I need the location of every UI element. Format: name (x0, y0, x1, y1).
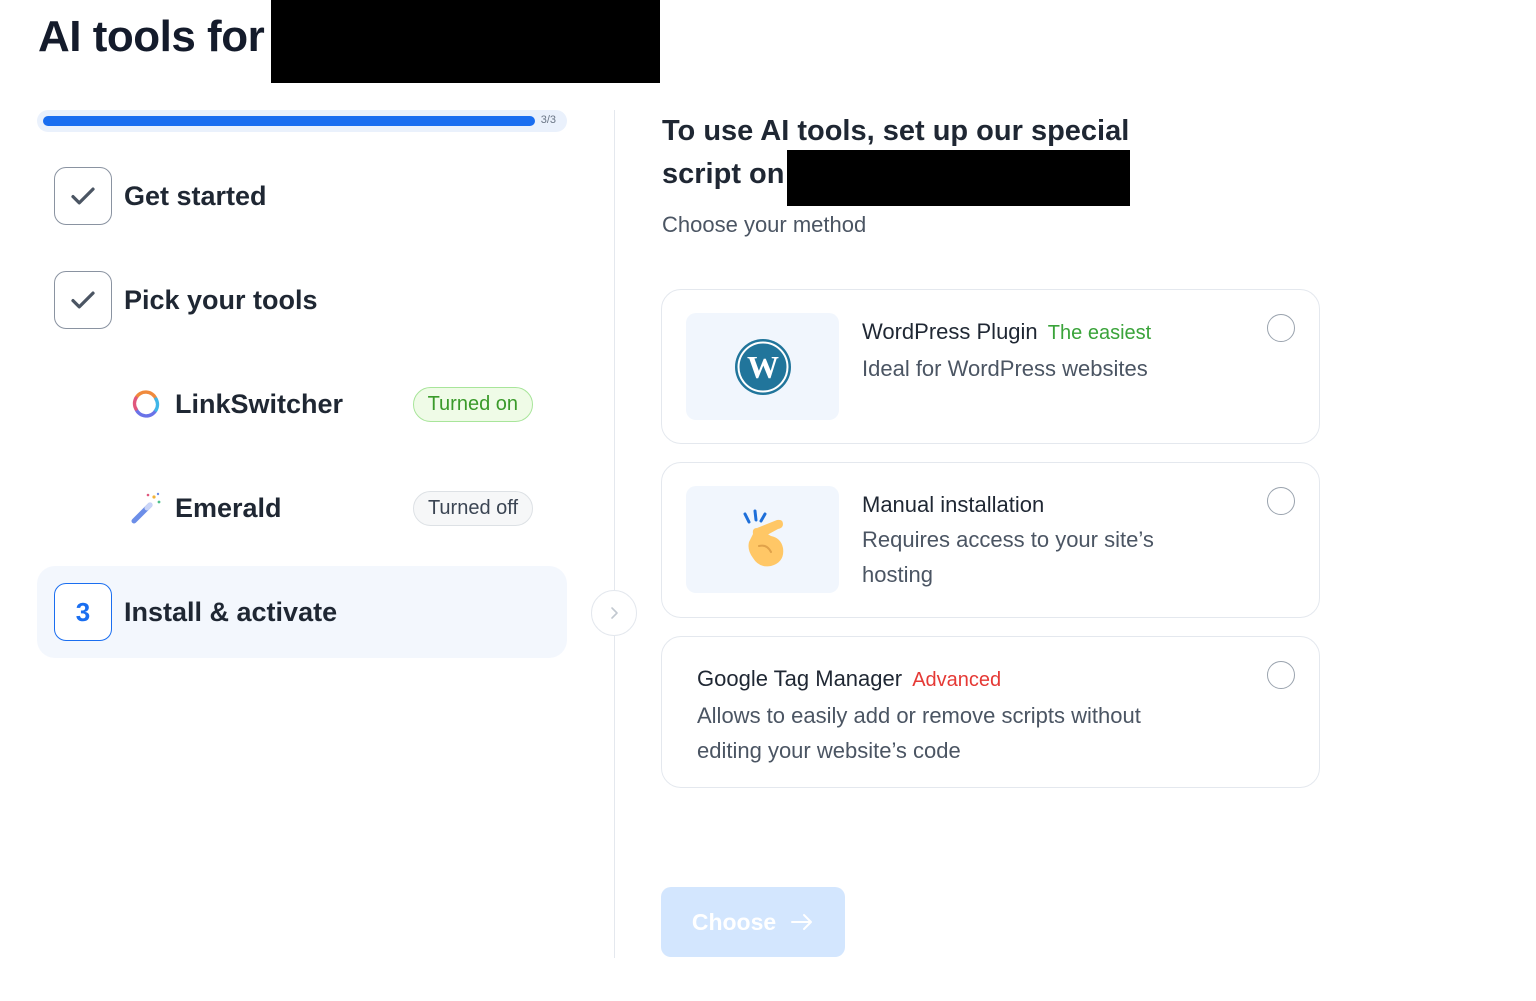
checkmark-icon (71, 187, 95, 205)
next-step-button[interactable] (591, 590, 637, 636)
progress-count: 3/3 (540, 114, 556, 126)
step-label: Get started (124, 180, 267, 211)
page-title-text: AI tools for (38, 12, 265, 61)
page-title: AI tools for (38, 12, 265, 62)
step-get-started[interactable]: Get started (37, 150, 567, 242)
option-text: WordPress Plugin The easiest Ideal for W… (862, 314, 1151, 386)
option-text: Google Tag Manager Advanced Allows to ea… (697, 661, 1141, 768)
panel-divider (614, 110, 615, 958)
option-description-line-2: hosting (862, 562, 933, 587)
refresh-icon (127, 385, 165, 423)
heading-line-1: To use AI tools, set up our special (662, 115, 1130, 147)
option-title: WordPress Plugin (862, 319, 1038, 344)
tool-name: Emerald (175, 492, 282, 523)
subheading: Choose your method (662, 212, 867, 237)
redacted-site-name (271, 0, 660, 83)
status-badge-off: Turned off (412, 490, 533, 526)
magic-wand-icon (127, 489, 165, 527)
radio-button[interactable] (1267, 487, 1295, 515)
radio-button[interactable] (1267, 314, 1295, 342)
step-number: 3 (54, 583, 112, 641)
step-pick-tools[interactable]: Pick your tools (37, 254, 567, 346)
tool-linkswitcher[interactable]: LinkSwitcher Turned on (127, 374, 533, 434)
option-wordpress-plugin[interactable]: W WordPress Plugin The easiest Ideal for… (661, 289, 1320, 444)
option-description-line-2: editing your website’s code (697, 738, 961, 763)
option-google-tag-manager[interactable]: Google Tag Manager Advanced Allows to ea… (661, 636, 1320, 788)
tool-name: LinkSwitcher (175, 388, 344, 419)
step-check (54, 167, 112, 225)
status-badge-on: Turned on (412, 386, 533, 422)
choose-button[interactable]: Choose (661, 887, 845, 957)
progress-bar: 3/3 (37, 110, 567, 132)
option-tag: Advanced (912, 669, 1002, 691)
option-manual-installation[interactable]: Manual installation Requires access to y… (661, 462, 1320, 618)
step-label: Install & activate (124, 596, 338, 627)
pointing-hand-icon (686, 486, 839, 593)
option-description-line-1: Allows to easily add or remove scripts w… (697, 703, 1141, 728)
choose-button-label: Choose (691, 908, 777, 935)
progress-fill (43, 116, 535, 126)
chevron-right-icon (611, 607, 618, 619)
svg-text:W: W (747, 349, 779, 385)
option-title: Google Tag Manager (697, 666, 903, 691)
step-check (54, 271, 112, 329)
arrow-right-icon (791, 914, 813, 930)
wordpress-icon: W (686, 313, 839, 420)
option-description-line-1: Requires access to your site’s (862, 527, 1154, 552)
tool-emerald[interactable]: Emerald Turned off (127, 478, 533, 538)
radio-button[interactable] (1267, 661, 1295, 689)
step-install-activate[interactable]: 3 Install & activate (37, 566, 567, 658)
redacted-site-name (787, 150, 1130, 206)
option-tag: The easiest (1047, 322, 1152, 344)
step-label: Pick your tools (124, 284, 318, 315)
option-title: Manual installation (862, 492, 1045, 517)
checkmark-icon (71, 291, 95, 309)
option-text: Manual installation Requires access to y… (862, 487, 1154, 592)
option-description: Ideal for WordPress websites (862, 356, 1148, 381)
